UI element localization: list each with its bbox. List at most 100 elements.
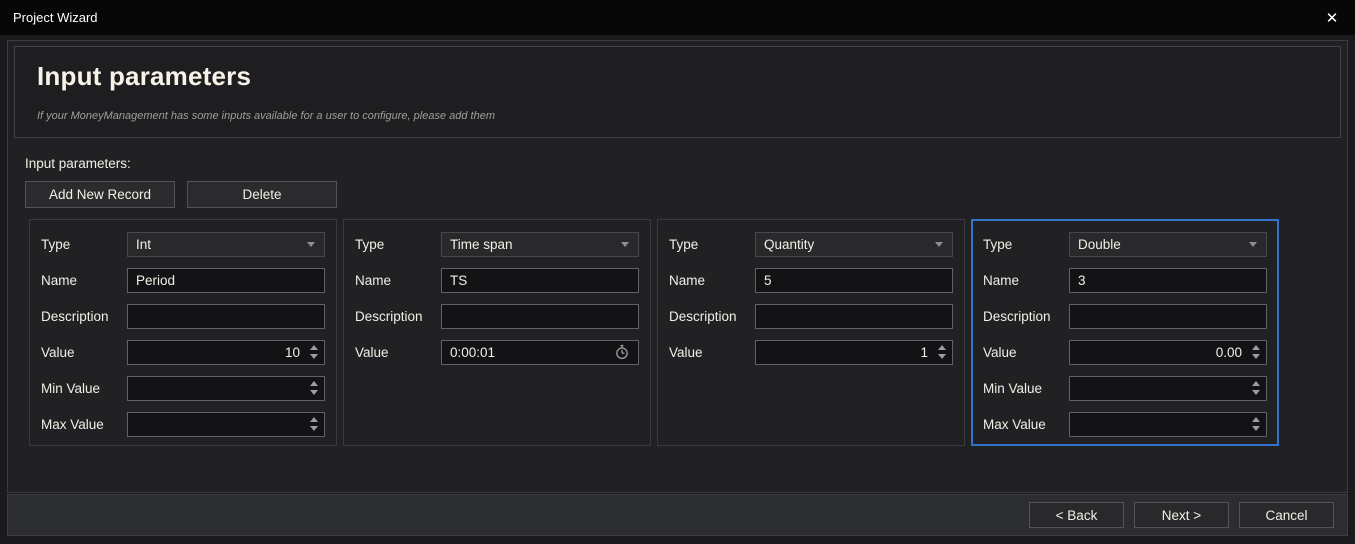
number-spinner[interactable] [127, 376, 325, 401]
footer: < Back Next > Cancel [7, 494, 1348, 536]
field-label: Type [983, 237, 1069, 252]
field-row: TypeQuantity [669, 231, 953, 257]
field-label: Type [355, 237, 441, 252]
field-row: Description [983, 303, 1267, 329]
type-dropdown[interactable]: Quantity [755, 232, 953, 257]
field-label: Value [355, 345, 441, 360]
field-row: Value0.00 [983, 339, 1267, 365]
field-label: Value [983, 345, 1069, 360]
clock-icon[interactable] [614, 344, 630, 360]
field-label: Description [669, 309, 755, 324]
field-row: Description [41, 303, 325, 329]
number-spinner[interactable]: 1 [755, 340, 953, 365]
number-spinner[interactable] [127, 412, 325, 437]
field-row: NamePeriod [41, 267, 325, 293]
titlebar: Project Wizard ✕ [0, 0, 1355, 35]
spin-down-icon[interactable] [310, 354, 318, 359]
close-icon[interactable]: ✕ [1309, 0, 1355, 35]
field-label: Name [669, 273, 755, 288]
field-row: Value0:00:01 [355, 339, 639, 365]
text-input[interactable] [1069, 304, 1267, 329]
spinner-buttons [308, 417, 324, 431]
field-value: Time span [442, 237, 621, 252]
field-value: 10 [128, 345, 308, 360]
chevron-down-icon[interactable] [935, 242, 943, 247]
spin-up-icon[interactable] [310, 417, 318, 422]
page-header: Input parameters If your MoneyManagement… [14, 46, 1341, 138]
field-row: Value10 [41, 339, 325, 365]
spin-down-icon[interactable] [310, 390, 318, 395]
spinner-buttons [1250, 345, 1266, 359]
text-input[interactable]: TS [441, 268, 639, 293]
parameter-card[interactable]: TypeTime span NameTS Description Value0:00:… [343, 219, 651, 446]
field-row: Value1 [669, 339, 953, 365]
chevron-down-icon[interactable] [621, 242, 629, 247]
type-dropdown[interactable]: Time span [441, 232, 639, 257]
spinner-buttons [936, 345, 952, 359]
field-label: Type [41, 237, 127, 252]
field-label: Name [41, 273, 127, 288]
spin-down-icon[interactable] [1252, 426, 1260, 431]
field-value: 1 [756, 345, 936, 360]
type-dropdown[interactable]: Int [127, 232, 325, 257]
field-row: Min Value [983, 375, 1267, 401]
field-label: Min Value [41, 381, 127, 396]
field-label: Max Value [41, 417, 127, 432]
field-row: Max Value [983, 411, 1267, 437]
cards-row: TypeIntNamePeriodDescriptionValue10Min V… [29, 219, 1347, 446]
back-button[interactable]: < Back [1029, 502, 1124, 528]
parameter-card[interactable]: TypeInt NamePeriod Description Value10 Min V… [29, 219, 337, 446]
field-row: Name5 [669, 267, 953, 293]
text-input[interactable]: Period [127, 268, 325, 293]
window-title: Project Wizard [0, 10, 1309, 25]
field-label: Description [983, 309, 1069, 324]
field-value: 5 [756, 273, 952, 288]
field-label: Name [983, 273, 1069, 288]
parameter-card[interactable]: TypeQuantity Name5 Description Value1 [657, 219, 965, 446]
text-input[interactable]: 5 [755, 268, 953, 293]
field-row: TypeDouble [983, 231, 1267, 257]
next-button[interactable]: Next > [1134, 502, 1229, 528]
spin-down-icon[interactable] [1252, 354, 1260, 359]
text-input[interactable] [755, 304, 953, 329]
spin-down-icon[interactable] [1252, 390, 1260, 395]
chevron-down-icon[interactable] [1249, 242, 1257, 247]
field-label: Description [355, 309, 441, 324]
text-input[interactable] [127, 304, 325, 329]
spin-up-icon[interactable] [1252, 345, 1260, 350]
spin-up-icon[interactable] [1252, 417, 1260, 422]
field-value: Period [128, 273, 324, 288]
field-label: Name [355, 273, 441, 288]
field-row: Max Value [41, 411, 325, 437]
field-label: Max Value [983, 417, 1069, 432]
timespan-input[interactable]: 0:00:01 [441, 340, 639, 365]
number-spinner[interactable] [1069, 376, 1267, 401]
spin-up-icon[interactable] [1252, 381, 1260, 386]
add-new-record-button[interactable]: Add New Record [25, 181, 175, 208]
spin-up-icon[interactable] [310, 381, 318, 386]
spinner-buttons [308, 381, 324, 395]
field-value: Double [1070, 237, 1249, 252]
chevron-down-icon[interactable] [307, 242, 315, 247]
wizard-page: Input parameters If your MoneyManagement… [7, 40, 1348, 493]
delete-button[interactable]: Delete [187, 181, 337, 208]
field-row: NameTS [355, 267, 639, 293]
text-input[interactable]: 3 [1069, 268, 1267, 293]
spin-down-icon[interactable] [938, 354, 946, 359]
number-spinner[interactable]: 10 [127, 340, 325, 365]
toolbar: Add New Record Delete [25, 181, 1347, 208]
type-dropdown[interactable]: Double [1069, 232, 1267, 257]
number-spinner[interactable]: 0.00 [1069, 340, 1267, 365]
cancel-button[interactable]: Cancel [1239, 502, 1334, 528]
spin-down-icon[interactable] [310, 426, 318, 431]
spin-up-icon[interactable] [938, 345, 946, 350]
field-row: Description [355, 303, 639, 329]
parameter-card[interactable]: TypeDouble Name3 Description Value0.00 Min V… [971, 219, 1279, 446]
field-value: Quantity [756, 237, 935, 252]
field-row: Name3 [983, 267, 1267, 293]
number-spinner[interactable] [1069, 412, 1267, 437]
field-row: Description [669, 303, 953, 329]
spin-up-icon[interactable] [310, 345, 318, 350]
spinner-buttons [1250, 417, 1266, 431]
text-input[interactable] [441, 304, 639, 329]
